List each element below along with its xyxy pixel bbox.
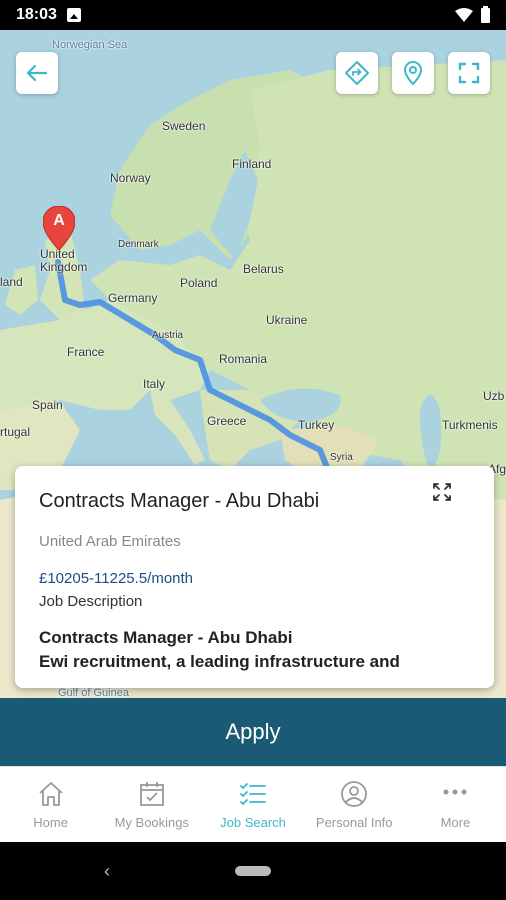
map-label-ireland: land: [0, 275, 23, 289]
nav-label-more: More: [440, 815, 471, 830]
map-label-denmark: Denmark: [118, 239, 159, 250]
map-label-portugal: rtugal: [0, 425, 31, 439]
expand-icon[interactable]: [430, 480, 454, 504]
image-notification-icon: [66, 8, 81, 22]
map-label-ukraine: Ukraine: [266, 313, 308, 327]
map-label-turkey: Turkey: [298, 418, 335, 432]
nav-item-job-search[interactable]: Job Search: [202, 767, 303, 842]
apply-label: Apply: [225, 719, 281, 744]
more-icon: [443, 789, 467, 795]
wifi-icon: [455, 8, 473, 22]
status-time: 18:03: [16, 6, 57, 23]
map-label-austria: Austria: [152, 330, 184, 341]
map-label-norway: Norway: [110, 171, 151, 185]
system-back-icon[interactable]: ‹: [104, 861, 110, 882]
map-label-finland: Finland: [232, 157, 272, 171]
nav-label-my-bookings: My Bookings: [114, 815, 190, 830]
map-label-sweden: Sweden: [162, 119, 206, 133]
apply-button[interactable]: Apply: [0, 698, 506, 766]
map-label-belarus: Belarus: [243, 262, 284, 276]
job-description-label: Job Description: [39, 593, 143, 610]
nav-label-personal-info: Personal Info: [315, 815, 393, 830]
calendar-icon: [139, 782, 164, 806]
nav-label-home: Home: [33, 815, 68, 830]
back-arrow-icon: [26, 64, 48, 82]
location-pin-icon: [403, 60, 423, 86]
map-label-united-kingdom: United Kingdom: [40, 247, 88, 274]
map-label-gulf-of-guinea: Gulf of Guinea: [58, 687, 129, 698]
user-icon: [341, 781, 368, 807]
back-button[interactable]: [16, 52, 58, 94]
system-nav-bar: ‹: [0, 842, 506, 900]
job-location: United Arab Emirates: [39, 533, 181, 550]
job-card[interactable]: Contracts Manager - Abu Dhabi United Ara…: [15, 466, 494, 688]
map-label-france: France: [67, 345, 105, 359]
map-label-italy: Italy: [143, 377, 166, 391]
directions-button[interactable]: [336, 52, 378, 94]
map-label-turkmenistan: Turkmenis: [442, 418, 498, 432]
nav-item-my-bookings[interactable]: My Bookings: [101, 767, 202, 842]
battery-icon: [481, 5, 490, 23]
nav-label-job-search: Job Search: [220, 815, 286, 830]
map-marker-label: A: [53, 212, 65, 229]
home-icon: [38, 782, 63, 806]
map-label-norwegian-sea: Norwegian Sea: [52, 39, 128, 51]
nav-item-more[interactable]: More: [405, 767, 506, 842]
directions-icon: [345, 61, 369, 85]
bottom-nav: Home My Bookings Job Search Personal Inf…: [0, 766, 506, 842]
status-bar: 18:03: [0, 0, 506, 30]
nav-item-personal-info[interactable]: Personal Info: [304, 767, 405, 842]
map-label-uzbekistan: Uzb: [483, 389, 505, 403]
job-description-title: Contracts Manager - Abu Dhabi: [39, 628, 293, 647]
map-label-germany: Germany: [108, 291, 158, 305]
map-label-spain: Spain: [32, 398, 63, 412]
fullscreen-button[interactable]: [448, 52, 490, 94]
map-label-romania: Romania: [219, 352, 268, 366]
nav-item-home[interactable]: Home: [0, 767, 101, 842]
job-salary: £10205-11225.5/month: [39, 570, 194, 587]
location-button[interactable]: [392, 52, 434, 94]
system-home-pill[interactable]: [235, 866, 271, 876]
map-label-greece: Greece: [207, 414, 247, 428]
map-label-poland: Poland: [180, 276, 218, 290]
map-marker-a[interactable]: A: [42, 205, 76, 251]
fullscreen-icon: [458, 62, 480, 84]
job-description-text: Ewi recruitment, a leading infrastructur…: [39, 652, 400, 671]
job-title: Contracts Manager - Abu Dhabi: [39, 490, 320, 512]
map-label-syria: Syria: [330, 452, 353, 463]
screen: 18:03 Norwegian Sea Sweden Norway Finlan…: [0, 0, 506, 900]
checklist-icon: [240, 783, 266, 806]
status-right: [455, 5, 490, 23]
